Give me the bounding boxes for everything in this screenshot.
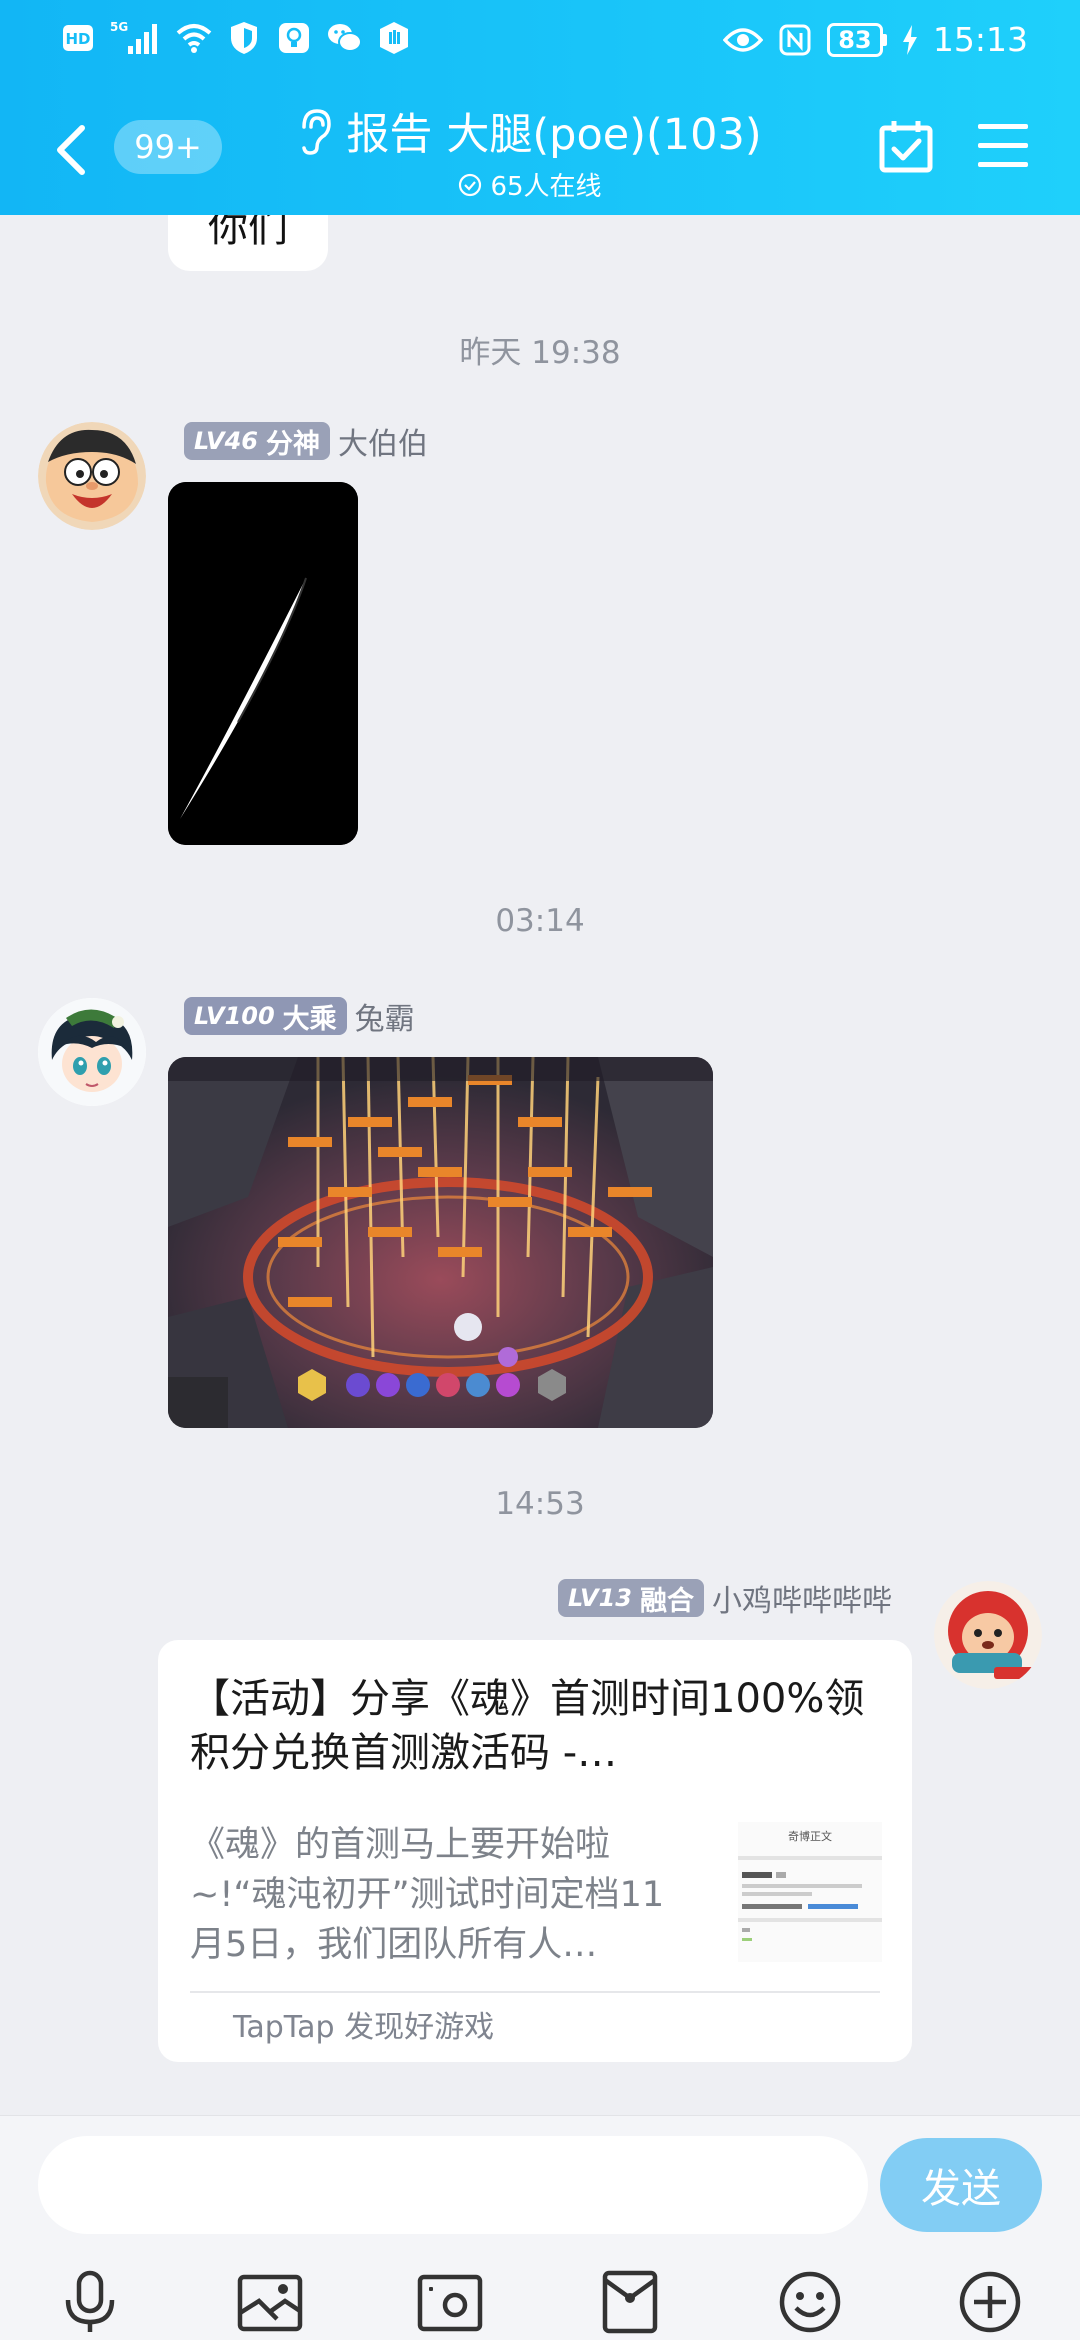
eye-icon bbox=[722, 22, 763, 58]
anime-avatar-icon bbox=[38, 998, 146, 1106]
sender-name[interactable]: 兔霸 bbox=[355, 994, 415, 1038]
back-button[interactable] bbox=[52, 122, 92, 178]
hd-icon: HD bbox=[60, 20, 96, 56]
card-divider bbox=[190, 1991, 880, 1993]
level-number: LV46 bbox=[194, 427, 258, 455]
voice-button[interactable] bbox=[55, 2267, 125, 2337]
image-message[interactable] bbox=[168, 482, 358, 845]
chat-title[interactable]: 报告 大腿(poe)(103) 65人在线 bbox=[270, 100, 790, 203]
chevron-left-icon bbox=[57, 125, 85, 175]
signal-icon: 5G bbox=[110, 20, 162, 56]
level-number: LV100 bbox=[194, 1002, 275, 1030]
thumbnail-image bbox=[738, 1856, 882, 1941]
red-packet-icon bbox=[602, 2270, 658, 2334]
message-bubble[interactable]: 你们 bbox=[168, 215, 328, 271]
image-button[interactable] bbox=[235, 2267, 305, 2337]
calendar-check-icon bbox=[879, 121, 933, 173]
avatar[interactable] bbox=[38, 422, 146, 530]
bulb-app-icon bbox=[276, 20, 312, 56]
input-area: 发送 bbox=[0, 2115, 1080, 2340]
hand-app-icon bbox=[376, 20, 412, 56]
sender-meta: LV46 分神 大伯伯 bbox=[184, 419, 428, 463]
message-timestamp: 14:53 bbox=[495, 1486, 585, 1522]
online-icon bbox=[459, 173, 482, 196]
shield-icon bbox=[226, 20, 262, 56]
nfc-icon bbox=[777, 22, 813, 58]
title-tag: 报告 bbox=[346, 110, 433, 160]
send-button[interactable]: 发送 bbox=[880, 2138, 1042, 2232]
message-list[interactable]: 你们 昨天 19:38 LV46 分神 大伯伯 03:14 LV100 大乘 兔… bbox=[0, 215, 1080, 2115]
ear-icon bbox=[302, 109, 332, 155]
hamburger-icon bbox=[978, 124, 1028, 167]
cartoon-avatar-icon bbox=[38, 422, 146, 530]
clock: 15:13 bbox=[932, 20, 1028, 59]
svg-text:HD: HD bbox=[65, 30, 90, 48]
image-message[interactable] bbox=[168, 1057, 713, 1428]
level-badge: LV100 大乘 bbox=[184, 997, 347, 1035]
calendar-button[interactable] bbox=[878, 118, 934, 174]
sender-meta: LV13 融合 小鸡哔哔哔哔 bbox=[558, 1576, 892, 1620]
wifi-icon bbox=[176, 20, 212, 56]
battery-indicator: 83 bbox=[826, 22, 887, 57]
card-description: 《魂》的首测马上要开始啦~!“魂沌初开”测试时间定档11月5日，我们团队所有人… bbox=[190, 1825, 665, 1965]
input-toolbar bbox=[0, 2261, 1080, 2340]
red-packet-button[interactable] bbox=[595, 2267, 665, 2337]
microphone-icon bbox=[65, 2270, 115, 2332]
chat-header: HD 5G 83 15:13 99+ 报告 大腿(poe)(103) 65人在线 bbox=[0, 0, 1080, 215]
charging-icon bbox=[901, 22, 919, 58]
emoji-button[interactable] bbox=[775, 2267, 845, 2337]
avatar[interactable] bbox=[38, 998, 146, 1106]
link-card[interactable]: 【活动】分享《魂》首测时间100%领积分兑换首测激活码 -… 《魂》的首测马上要… bbox=[158, 1640, 912, 2062]
status-bar: HD 5G 83 15:13 bbox=[0, 0, 1080, 80]
card-title: 【活动】分享《魂》首测时间100%领积分兑换首测激活码 -… bbox=[190, 1676, 865, 1776]
level-number: LV13 bbox=[568, 1584, 632, 1612]
card-thumbnail: 奇博正文 bbox=[738, 1822, 882, 1962]
sender-name[interactable]: 大伯伯 bbox=[338, 419, 428, 463]
group-name: 大腿(poe)(103) bbox=[446, 110, 762, 160]
wechat-icon bbox=[326, 20, 362, 56]
thumb-title: 奇博正文 bbox=[788, 1830, 832, 1843]
message-timestamp: 昨天 19:38 bbox=[459, 335, 621, 371]
online-status: 65人在线 bbox=[270, 166, 790, 203]
svg-text:5G: 5G bbox=[110, 20, 128, 34]
sender-meta: LV100 大乘 兔霸 bbox=[184, 994, 415, 1038]
card-source: TapTap 发现好游戏 bbox=[233, 2010, 495, 2045]
level-rank: 分神 bbox=[265, 428, 320, 460]
level-rank: 大乘 bbox=[282, 1003, 337, 1035]
online-count: 65人在线 bbox=[490, 172, 602, 202]
sender-name[interactable]: 小鸡哔哔哔哔 bbox=[712, 1576, 892, 1620]
game-screenshot-image bbox=[168, 1057, 713, 1428]
unread-badge[interactable]: 99+ bbox=[114, 120, 222, 174]
image-icon bbox=[237, 2274, 303, 2332]
level-badge: LV46 分神 bbox=[184, 422, 330, 460]
menu-button[interactable] bbox=[978, 124, 1028, 168]
plus-icon bbox=[959, 2271, 1021, 2333]
camera-icon bbox=[417, 2274, 483, 2332]
level-badge: LV13 融合 bbox=[558, 1579, 704, 1617]
lion-avatar-icon bbox=[934, 1581, 1042, 1689]
level-rank: 融合 bbox=[640, 1585, 694, 1617]
message-timestamp: 03:14 bbox=[495, 903, 585, 939]
message-input[interactable] bbox=[38, 2136, 868, 2234]
camera-button[interactable] bbox=[415, 2267, 485, 2337]
emoji-icon bbox=[779, 2271, 841, 2333]
more-button[interactable] bbox=[955, 2267, 1025, 2337]
avatar[interactable] bbox=[934, 1581, 1042, 1689]
image-content bbox=[168, 482, 358, 845]
